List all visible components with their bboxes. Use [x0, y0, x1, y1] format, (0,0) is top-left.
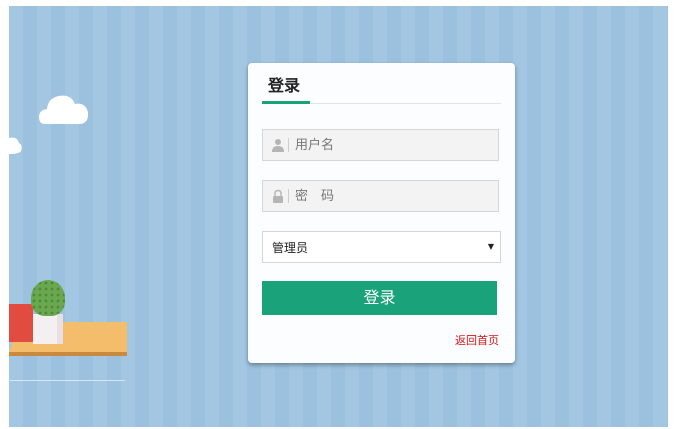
login-button[interactable]: 登录 [262, 281, 497, 315]
role-select-value: 管理员 [272, 241, 309, 255]
username-input[interactable] [295, 130, 490, 160]
password-field[interactable] [262, 180, 499, 212]
cactus-plant [31, 280, 65, 316]
role-select[interactable]: 管理员 ▼ [262, 231, 501, 263]
cloud-small [9, 137, 22, 154]
lock-icon [273, 189, 283, 203]
password-input[interactable] [295, 181, 490, 211]
username-field[interactable] [262, 129, 499, 161]
login-card: 登录 管理员 ▼ 登录 返回首页 [248, 63, 515, 363]
red-book [9, 304, 33, 342]
shelf-edge [9, 352, 127, 356]
back-home-link[interactable]: 返回首页 [455, 334, 499, 348]
user-icon [272, 139, 284, 152]
username-separator [288, 138, 289, 152]
plant-pot [33, 314, 63, 344]
chevron-down-icon: ▼ [487, 242, 494, 251]
shelf-divider [9, 380, 125, 381]
login-title: 登录 [268, 76, 301, 95]
title-underline [262, 101, 310, 104]
login-card-header: 登录 [262, 75, 501, 104]
cloud-large [39, 95, 89, 124]
password-separator [288, 189, 289, 203]
